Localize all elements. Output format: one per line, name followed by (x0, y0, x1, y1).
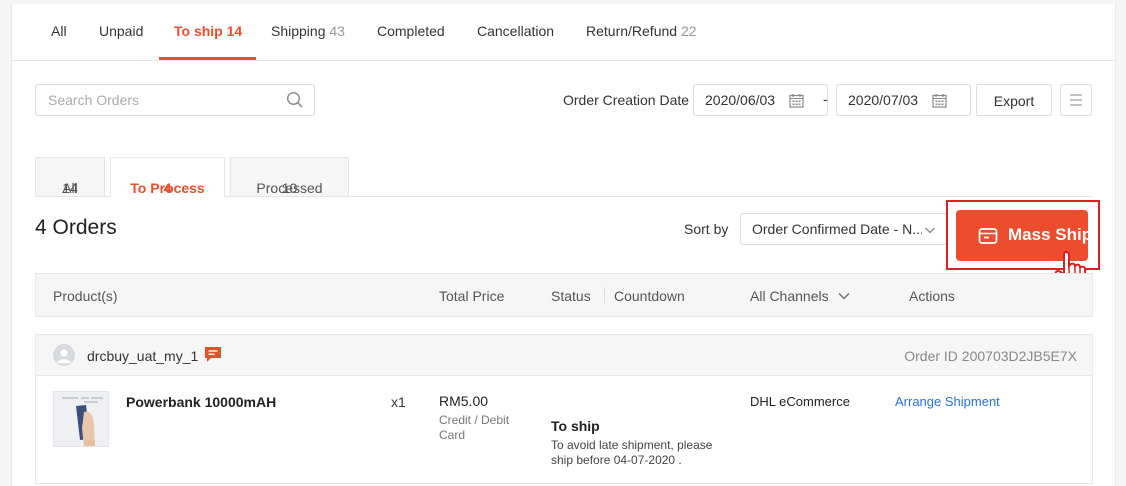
active-tab-indicator (159, 57, 256, 60)
product-quantity: x1 (391, 394, 406, 410)
order-card: drcbuy_uat_my_1 Order ID 200703D2JB5E7X … (35, 334, 1093, 484)
date-to-field[interactable]: 2020/07/03 (836, 84, 971, 116)
header-product: Product(s) (53, 288, 118, 304)
tab-shipping[interactable]: Shipping 43 (271, 23, 345, 39)
subtab-all[interactable]: All 14 (35, 157, 105, 196)
subtab-to-process[interactable]: To Process 4 (110, 157, 225, 197)
subtab-processed[interactable]: Processed 10 (230, 157, 349, 196)
channels-filter[interactable]: All Channels (750, 288, 851, 304)
tab-all[interactable]: All (51, 23, 67, 39)
avatar (53, 344, 75, 366)
chevron-down-icon (924, 223, 936, 241)
date-from-field[interactable]: 2020/06/03 (693, 84, 828, 116)
mass-ship-label: Mass Ship (1008, 225, 1093, 244)
tab-cancellation[interactable]: Cancellation (477, 23, 554, 39)
orders-count: 4 Orders (35, 216, 117, 239)
menu-icon (1070, 94, 1082, 106)
date-filter-label: Order Creation Date (563, 92, 690, 108)
sort-select[interactable]: Order Confirmed Date - N... (740, 213, 947, 245)
orders-panel: All Unpaid To ship 14 Shipping 43 Comple… (11, 4, 1116, 486)
tab-return-refund[interactable]: Return/Refund 22 (586, 23, 697, 39)
tab-completed[interactable]: Completed (377, 23, 445, 39)
date-to-value: 2020/07/03 (848, 92, 919, 108)
header-status: Status (551, 288, 591, 304)
order-total-price: RM5.00 (439, 393, 489, 409)
payment-method: Credit / Debit Card (439, 413, 510, 442)
order-status: To ship (551, 418, 600, 434)
chat-icon[interactable] (204, 346, 222, 368)
header-divider (604, 287, 605, 303)
order-status-tabs: All Unpaid To ship 14 Shipping 43 Comple… (12, 4, 1115, 61)
chevron-down-icon (838, 293, 849, 300)
shipping-channel: DHL eCommerce (750, 394, 850, 409)
product-name: Powerbank 10000mAH (126, 394, 277, 410)
sort-value: Order Confirmed Date - N... (752, 221, 922, 237)
calendar-icon[interactable] (789, 93, 804, 113)
arrange-shipment-link[interactable]: Arrange Shipment (895, 394, 1000, 409)
status-note: To avoid late shipment, please ship befo… (551, 438, 713, 467)
search-icon[interactable] (286, 91, 304, 114)
order-id: Order ID 200703D2JB5E7X (904, 348, 1077, 364)
tab-to-ship[interactable]: To ship 14 (174, 23, 242, 39)
search-placeholder: Search Orders (48, 92, 140, 108)
shipping-box-icon (978, 227, 998, 250)
date-separator: - (823, 91, 828, 107)
header-countdown: Countdown (614, 288, 685, 304)
table-header: Product(s) Total Price Status Countdown … (35, 273, 1093, 317)
header-actions: Actions (909, 288, 955, 304)
list-menu-button[interactable] (1060, 84, 1092, 116)
buyer-username[interactable]: drcbuy_uat_my_1 (87, 348, 198, 364)
tab-unpaid[interactable]: Unpaid (99, 23, 143, 39)
date-from-value: 2020/06/03 (705, 92, 776, 108)
user-icon (57, 349, 71, 363)
header-total-price: Total Price (439, 288, 505, 304)
sort-label: Sort by (684, 221, 729, 237)
order-header: drcbuy_uat_my_1 Order ID 200703D2JB5E7X (36, 335, 1092, 376)
search-input[interactable]: Search Orders (35, 84, 315, 116)
product-thumbnail[interactable] (53, 391, 109, 447)
calendar-icon[interactable] (932, 93, 947, 113)
export-button[interactable]: Export (976, 84, 1052, 116)
